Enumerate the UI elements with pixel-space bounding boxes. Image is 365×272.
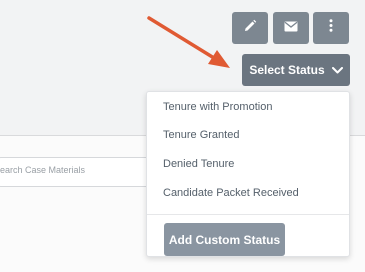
menu-divider bbox=[147, 214, 349, 215]
menu-item-tenure-with-promotion[interactable]: Tenure with Promotion bbox=[163, 101, 272, 113]
menu-item-candidate-packet-received[interactable]: Candidate Packet Received bbox=[163, 187, 299, 199]
add-custom-status-button[interactable]: Add Custom Status bbox=[164, 223, 285, 256]
status-dropdown-menu: Tenure with Promotion Tenure Granted Den… bbox=[146, 91, 350, 257]
menu-item-denied-tenure[interactable]: Denied Tenure bbox=[163, 158, 234, 170]
menu-item-tenure-granted[interactable]: Tenure Granted bbox=[163, 129, 239, 141]
